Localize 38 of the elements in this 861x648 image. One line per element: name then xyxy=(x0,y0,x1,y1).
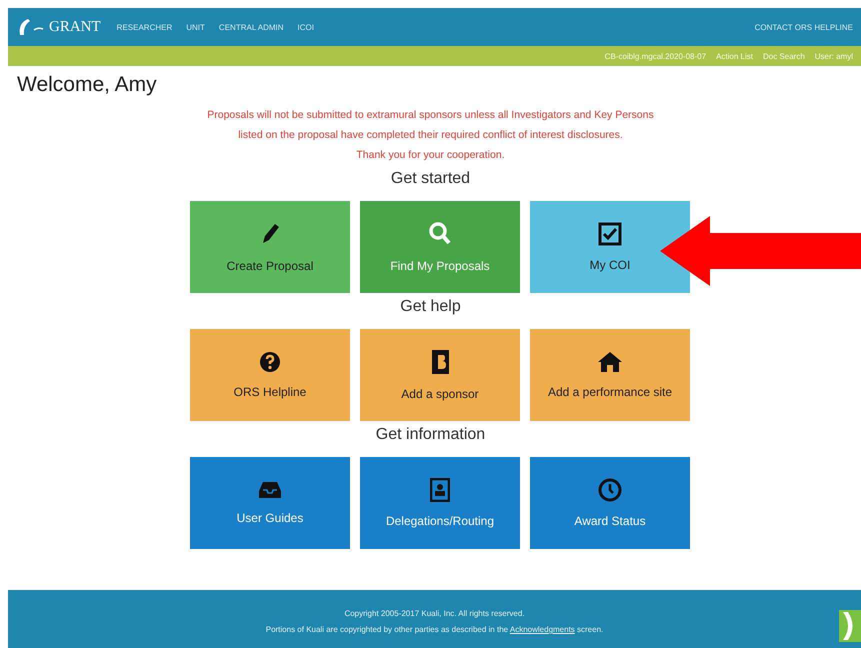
nav-link[interactable]: RESEARCHER xyxy=(112,22,176,32)
nav-link[interactable]: CENTRAL ADMIN xyxy=(214,22,288,32)
notice-text: Proposals will not be submitted to extramural sponsors unless all Investigators and Key Persons xyxy=(207,108,654,123)
section-heading: Get started xyxy=(390,170,470,187)
inbox-icon xyxy=(258,481,282,499)
tile-button[interactable]: ORS Helpline xyxy=(190,329,350,421)
section-heading: Get help xyxy=(400,298,461,315)
tile-button[interactable]: My COI xyxy=(530,201,690,293)
contact-card-icon xyxy=(430,478,450,502)
sub-bar-link[interactable]: Doc Search xyxy=(762,52,805,60)
tile-button[interactable]: Add a performance site xyxy=(530,329,690,421)
arrow-icon xyxy=(660,216,861,286)
sub-bar-link[interactable]: User: amyl xyxy=(814,52,853,60)
tile-button[interactable]: Delegations/Routing xyxy=(360,457,520,549)
contact-link[interactable]: CONTACT ORS HELPLINE xyxy=(754,22,853,32)
clock-icon xyxy=(598,478,622,502)
acknowledgments-link[interactable]: Acknowledgments xyxy=(510,625,575,634)
kuali-logo-icon xyxy=(839,610,861,642)
checkbox-icon xyxy=(598,222,622,246)
status-text: CB-coiblg.mgcal.2020-08-07 xyxy=(604,52,706,60)
welcome-heading: Welcome, Amy xyxy=(16,72,158,98)
tile-button[interactable]: Award Status xyxy=(530,457,690,549)
question-icon xyxy=(259,351,281,373)
search-icon xyxy=(428,221,452,247)
nav-link[interactable]: ICOI xyxy=(294,22,318,32)
logo-text: GRANT xyxy=(49,18,101,36)
section-heading: Get information xyxy=(376,426,486,443)
tile-button[interactable]: Create Proposal xyxy=(190,201,350,293)
home-icon xyxy=(597,351,623,373)
tile-button[interactable]: User Guides xyxy=(190,457,350,549)
notice-text: Thank you for your cooperation. xyxy=(356,148,505,163)
copyright-text: Copyright 2005-2017 Kuali, Inc. All rights reserved. xyxy=(344,608,525,620)
tile-button[interactable]: Find My Proposals xyxy=(360,201,520,293)
footer-text: Portions of Kuali are copyrighted by other parties as described in the Acknowledgments screen. xyxy=(266,624,604,636)
address-book-icon xyxy=(430,349,450,375)
notice-text: listed on the proposal have completed their required conflict of interest disclosures. xyxy=(238,128,623,143)
nav-link[interactable]: UNIT xyxy=(182,22,209,32)
tile-button[interactable]: Add a sponsor xyxy=(360,329,520,421)
